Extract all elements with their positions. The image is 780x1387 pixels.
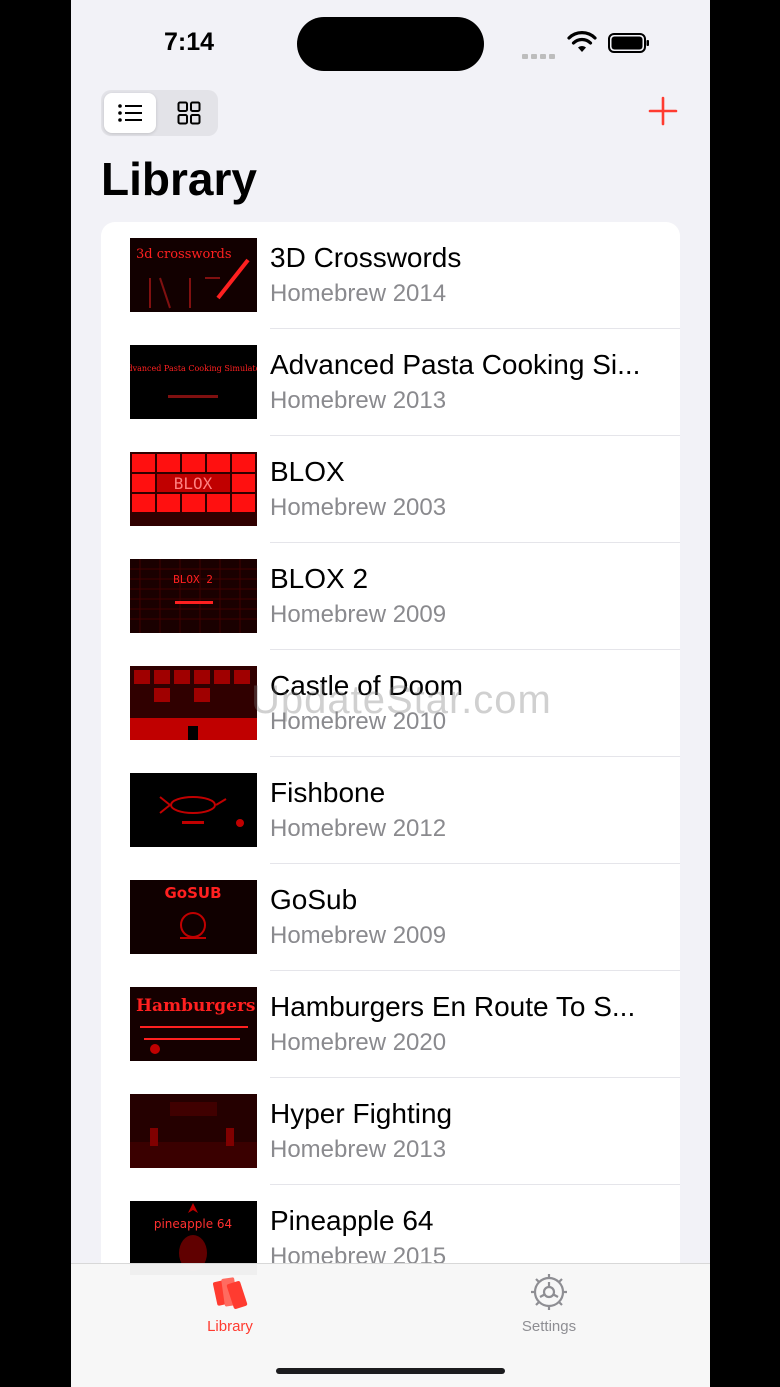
game-subtitle: Homebrew 2012 (270, 815, 447, 842)
grid-view-button[interactable] (163, 93, 215, 133)
tab-settings[interactable]: Settings (489, 1272, 609, 1335)
library-icon (213, 1277, 248, 1310)
page-title: Library (101, 153, 257, 205)
game-thumbnail: BLOX 2 (130, 559, 257, 633)
phone-screen: 7:14 Library 3d crosswords 3D Crosswords… (71, 0, 710, 1387)
game-subtitle: Homebrew 2009 (270, 601, 447, 628)
list-view-button[interactable] (104, 93, 156, 133)
game-subtitle: Homebrew 2014 (270, 280, 447, 307)
game-title: BLOX (270, 456, 345, 487)
game-thumbnail: Advanced Pasta Cooking Simulator (130, 345, 257, 419)
cellular-signal-icon (522, 46, 558, 64)
list-item[interactable]: Advanced Pasta Cooking Simulator Advanced… (101, 329, 680, 436)
game-thumbnail (130, 1094, 257, 1168)
thumb-caption: BLOX (174, 474, 213, 493)
thumb-caption: pineapple 64 (154, 1217, 232, 1231)
thumb-caption: Advanced Pasta Cooking Simulator (130, 364, 257, 373)
list-item[interactable]: Hamburgers Hamburgers En Route To S... Hom… (101, 971, 680, 1078)
game-thumbnail (130, 773, 257, 847)
game-subtitle: Homebrew 2003 (270, 494, 447, 521)
list-item[interactable]: BLOX 2 BLOX 2 Homebrew 2009 (101, 543, 680, 650)
list-item[interactable]: GoSUB GoSub Homebrew 2009 (101, 864, 680, 971)
grid-icon (177, 101, 201, 125)
tab-library-label: Library (207, 1318, 253, 1335)
thumb-caption: BLOX 2 (173, 573, 213, 586)
gear-icon (531, 1274, 567, 1310)
game-thumbnail: GoSUB (130, 880, 257, 954)
game-title: Hamburgers En Route To S... (270, 991, 636, 1022)
battery-icon (608, 33, 649, 53)
tab-settings-label: Settings (521, 1318, 577, 1335)
tab-library[interactable]: Library (170, 1272, 290, 1335)
game-title: Advanced Pasta Cooking Si... (270, 349, 641, 380)
game-thumbnail: Hamburgers (130, 987, 257, 1061)
game-subtitle: Homebrew 2013 (270, 387, 447, 414)
game-list: 3d crosswords 3D Crosswords Homebrew 2014 A… (101, 222, 680, 1282)
game-title: Castle of Doom (270, 670, 463, 701)
game-thumbnail (130, 666, 257, 740)
thumb-caption: 3d crosswords (136, 247, 232, 262)
list-icon (118, 104, 142, 122)
game-thumbnail: 3d crosswords (130, 238, 257, 312)
list-item[interactable]: Hyper Fighting Homebrew 2013 (101, 1078, 680, 1185)
list-item[interactable]: BLOX BLOX Homebrew 2003 (101, 436, 680, 543)
view-mode-toggle[interactable] (101, 90, 218, 136)
game-title: 3D Crosswords (270, 242, 462, 273)
status-time: 7:14 (164, 28, 215, 56)
thumb-caption: GoSUB (164, 884, 221, 902)
list-item[interactable]: 3d crosswords 3D Crosswords Homebrew 2014 (101, 222, 680, 329)
home-indicator (276, 1368, 505, 1374)
thumb-caption: Hamburgers (136, 996, 256, 1016)
game-subtitle: Homebrew 2020 (270, 1029, 447, 1056)
game-subtitle: Homebrew 2009 (270, 922, 447, 949)
game-title: BLOX 2 (270, 563, 369, 594)
game-title: Pineapple 64 (270, 1205, 434, 1236)
game-thumbnail: BLOX (130, 452, 257, 526)
game-title: GoSub (270, 884, 358, 915)
list-item[interactable]: Castle of Doom Homebrew 2010 (101, 650, 680, 757)
game-subtitle: Homebrew 2013 (270, 1136, 447, 1163)
game-subtitle: Homebrew 2010 (270, 708, 447, 735)
wifi-icon (567, 31, 597, 52)
game-title: Hyper Fighting (270, 1098, 453, 1129)
dynamic-island (297, 17, 484, 71)
game-title: Fishbone (270, 777, 386, 808)
plus-icon[interactable] (647, 95, 679, 127)
list-item[interactable]: Fishbone Homebrew 2012 (101, 757, 680, 864)
